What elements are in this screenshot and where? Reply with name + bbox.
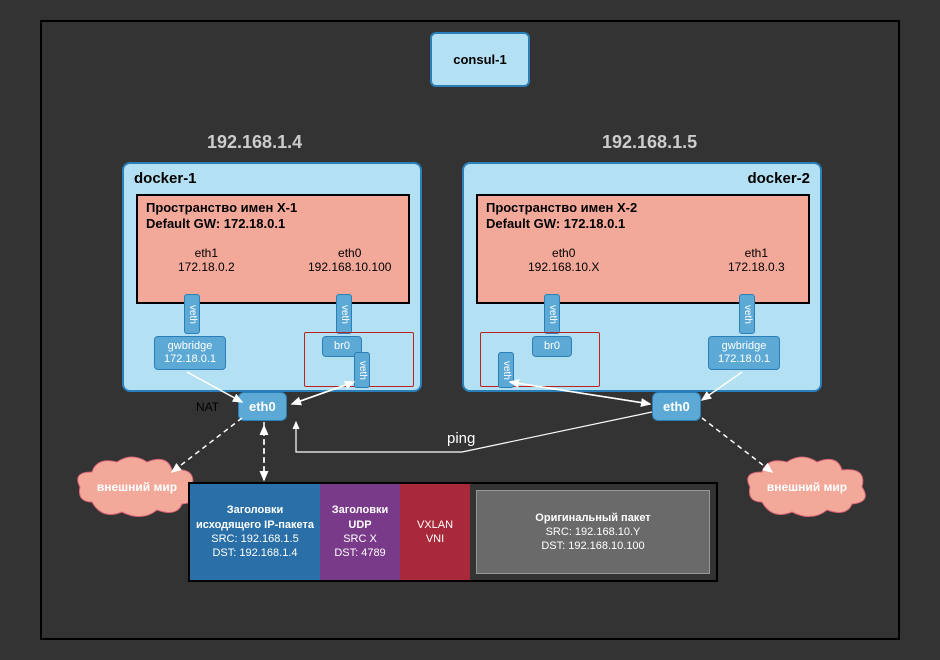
ns1-title-2: Default GW: 172.18.0.1 bbox=[146, 216, 400, 232]
packet-udp-header: Заголовки UDP SRC X DST: 4789 bbox=[320, 484, 400, 580]
veth-2a: veth bbox=[544, 294, 560, 334]
ns2-title-2: Default GW: 172.18.0.1 bbox=[486, 216, 800, 232]
consul-label: consul-1 bbox=[453, 52, 506, 67]
ping-label: ping bbox=[447, 430, 475, 447]
br0-2: br0 bbox=[532, 336, 572, 357]
ns2-eth1: eth1172.18.0.3 bbox=[728, 246, 785, 275]
gwbridge-1: gwbridge172.18.0.1 bbox=[154, 336, 226, 370]
gwbridge-2: gwbridge172.18.0.1 bbox=[708, 336, 780, 370]
diagram-canvas: consul-1 192.168.1.4 192.168.1.5 docker-… bbox=[40, 20, 900, 640]
veth-1a: veth bbox=[184, 294, 200, 334]
namespace-1: Пространство имен X-1 Default GW: 172.18… bbox=[136, 194, 410, 304]
cloud-1-label: внешний мир bbox=[72, 480, 202, 494]
cloud-1: внешний мир bbox=[72, 452, 202, 522]
veth-1c: veth bbox=[354, 352, 370, 388]
veth-2c: veth bbox=[498, 352, 514, 388]
packet-orig-wrap: Оригинальный пакет SRC: 192.168.10.Y DST… bbox=[470, 484, 716, 580]
packet-ip-header: Заголовки исходящего IP-пакета SRC: 192.… bbox=[190, 484, 320, 580]
cloud-2: внешний мир bbox=[742, 452, 872, 522]
eth0-1: eth0 bbox=[238, 392, 287, 421]
cloud-2-label: внешний мир bbox=[742, 480, 872, 494]
host2-ip: 192.168.1.5 bbox=[602, 132, 697, 153]
namespace-2: Пространство имен X-2 Default GW: 172.18… bbox=[476, 194, 810, 304]
eth0-2: eth0 bbox=[652, 392, 701, 421]
ns1-eth1: eth1172.18.0.2 bbox=[178, 246, 235, 275]
packet-original: Оригинальный пакет SRC: 192.168.10.Y DST… bbox=[476, 490, 710, 574]
docker-2: docker-2 Пространство имен X-2 Default G… bbox=[462, 162, 822, 392]
consul-node: consul-1 bbox=[430, 32, 530, 87]
host1-ip: 192.168.1.4 bbox=[207, 132, 302, 153]
ns1-title-1: Пространство имен X-1 bbox=[146, 200, 400, 216]
docker-2-title: docker-2 bbox=[747, 170, 810, 187]
ns2-title-1: Пространство имен X-2 bbox=[486, 200, 800, 216]
nat-1: NAT bbox=[196, 400, 219, 414]
packet-vxlan: VXLAN VNI bbox=[400, 484, 470, 580]
ns2-eth0: eth0192.168.10.X bbox=[528, 246, 599, 275]
veth-2b: veth bbox=[739, 294, 755, 334]
docker-1-title: docker-1 bbox=[134, 170, 197, 187]
packet-structure: Заголовки исходящего IP-пакета SRC: 192.… bbox=[188, 482, 718, 582]
ns1-eth0: eth0192.168.10.100 bbox=[308, 246, 391, 275]
docker-1: docker-1 Пространство имен X-1 Default G… bbox=[122, 162, 422, 392]
veth-1b: veth bbox=[336, 294, 352, 334]
